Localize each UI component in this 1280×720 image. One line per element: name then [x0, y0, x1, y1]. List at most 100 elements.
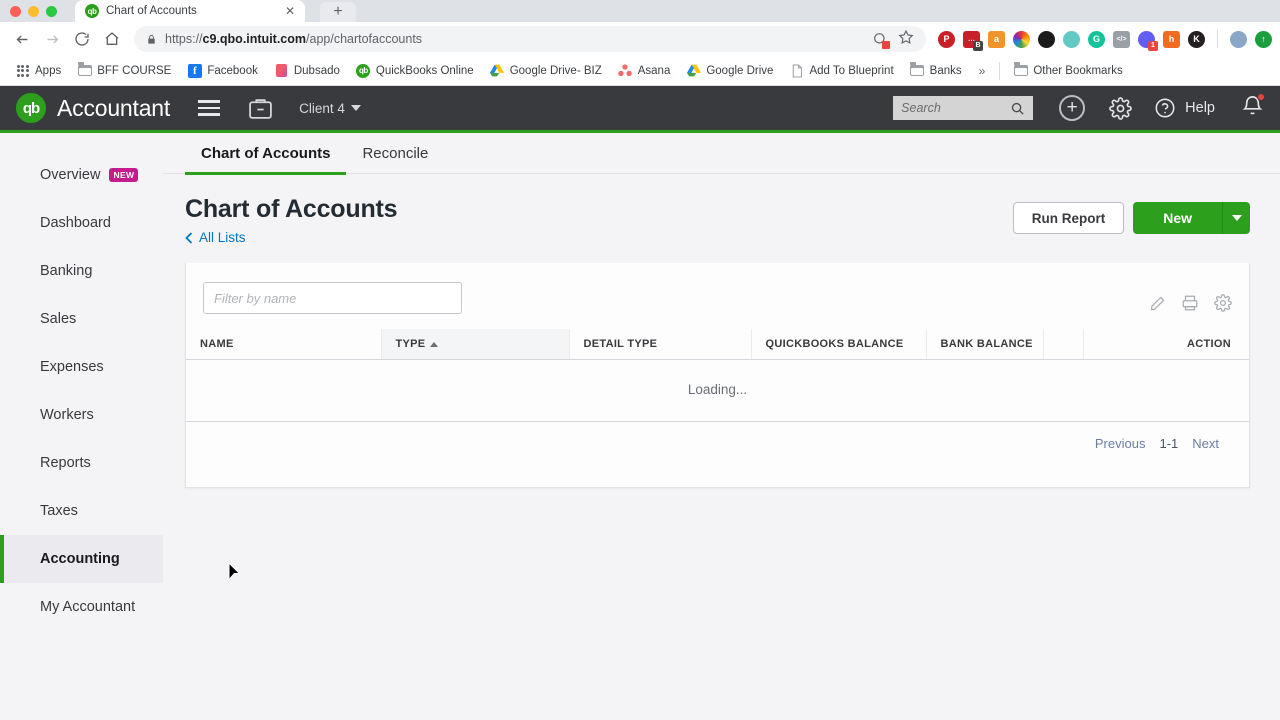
sidebar-item-expenses[interactable]: Expenses	[0, 343, 163, 391]
column-header-name[interactable]: NAME	[186, 329, 381, 360]
back-icon[interactable]	[8, 25, 36, 53]
new-tab-button[interactable]: +	[320, 2, 356, 22]
chevron-left-icon	[185, 231, 193, 244]
facebook-icon: f	[187, 63, 202, 78]
briefcase-icon[interactable]	[248, 97, 273, 120]
next-page-button[interactable]: Next	[1192, 436, 1219, 451]
sidebar-item-taxes[interactable]: Taxes	[0, 487, 163, 535]
extension-action-icon[interactable]	[872, 31, 890, 49]
breadcrumb-label: All Lists	[199, 230, 246, 245]
window-controls[interactable]	[0, 0, 67, 22]
browser-tab[interactable]: qb Chart of Accounts ✕	[75, 0, 305, 22]
grammarly-extension-icon[interactable]: G	[1088, 30, 1105, 48]
filter-input[interactable]: Filter by name	[203, 282, 462, 314]
gear-icon[interactable]	[1214, 294, 1232, 317]
sidebar-item-accounting[interactable]: Accounting	[0, 535, 163, 583]
sidebar-item-workers[interactable]: Workers	[0, 391, 163, 439]
bookmark-label: Google Drive	[706, 64, 774, 77]
honey-extension-icon[interactable]: h	[1163, 30, 1180, 48]
card-toolbar: Filter by name	[186, 263, 1249, 317]
sidebar-item-label: Taxes	[40, 503, 78, 519]
column-header-detail-type[interactable]: DETAIL TYPE	[568, 329, 751, 360]
column-header-action[interactable]: ACTION	[1082, 329, 1249, 360]
update-icon[interactable]: ↑	[1255, 30, 1272, 48]
run-report-button[interactable]: Run Report	[1012, 202, 1125, 234]
tab-chart-of-accounts[interactable]: Chart of Accounts	[185, 134, 347, 175]
breadcrumb[interactable]: All Lists	[185, 230, 1013, 245]
pencil-icon[interactable]	[1149, 295, 1166, 317]
maximize-window-button[interactable]	[46, 5, 57, 17]
close-window-button[interactable]	[10, 5, 21, 17]
dubsado-icon	[274, 63, 289, 78]
bookmark-star-icon[interactable]	[898, 29, 914, 50]
sidebar-item-banking[interactable]: Banking	[0, 247, 163, 295]
sidebar-item-label: Dashboard	[40, 215, 111, 231]
search-input[interactable]: Search	[893, 96, 1034, 120]
bookmark-bff-course[interactable]: BFF COURSE	[70, 60, 178, 81]
browser-toolbar: https://c9.qbo.intuit.com/app/chartofacc…	[0, 22, 1280, 56]
column-header-bank-balance[interactable]: BANK BALANCE	[925, 329, 1043, 360]
bookmark-add-to-blueprint[interactable]: Add To Blueprint	[782, 60, 900, 81]
loom-extension-icon[interactable]: 1	[1138, 30, 1158, 51]
client-selector[interactable]: Client 4	[299, 101, 361, 116]
close-icon[interactable]: ✕	[285, 4, 295, 18]
search-icon	[1011, 102, 1024, 115]
column-header-type[interactable]: TYPE	[380, 329, 569, 360]
notifications-button[interactable]	[1241, 93, 1265, 122]
sidebar-item-my-accountant[interactable]: My Accountant	[0, 583, 163, 631]
bookmark-facebook[interactable]: f Facebook	[180, 60, 265, 81]
bookmark-other-bookmarks[interactable]: Other Bookmarks	[1006, 60, 1129, 81]
print-icon[interactable]	[1181, 294, 1199, 317]
bookmark-label: Add To Blueprint	[809, 64, 894, 77]
bookmark-google-drive-biz[interactable]: Google Drive- BIZ	[483, 60, 609, 81]
amazon-extension-icon[interactable]: a	[988, 30, 1005, 48]
hamburger-icon[interactable]	[198, 100, 221, 116]
bitly-extension-icon[interactable]: … B	[963, 30, 983, 51]
code-extension-icon[interactable]: </>	[1113, 30, 1130, 48]
table-tools	[1149, 282, 1232, 317]
pagination: Previous 1-1 Next	[186, 422, 1249, 451]
mouse-cursor	[228, 562, 241, 581]
dark-reader-extension-icon[interactable]	[1038, 30, 1055, 48]
minimize-window-button[interactable]	[28, 5, 39, 17]
bookmark-banks[interactable]: Banks	[903, 60, 969, 81]
sidebar-item-overview[interactable]: Overview NEW	[0, 151, 163, 199]
google-drive-icon	[490, 63, 505, 78]
bookmark-asana[interactable]: Asana	[611, 60, 678, 81]
page-range-label: 1-1	[1159, 436, 1179, 451]
octopus-extension-icon[interactable]	[1063, 30, 1080, 48]
colorzilla-extension-icon[interactable]	[1013, 30, 1030, 48]
column-header-quickbooks-balance[interactable]: QUICKBOOKS BALANCE	[750, 329, 926, 360]
help-icon[interactable]	[1154, 97, 1176, 119]
bookmark-apps[interactable]: Apps	[8, 60, 68, 81]
pinterest-extension-icon[interactable]: P	[938, 30, 955, 48]
help-label[interactable]: Help	[1185, 100, 1215, 116]
gear-icon[interactable]	[1109, 96, 1133, 120]
bookmark-label: Dubsado	[293, 64, 340, 77]
forward-icon[interactable]	[38, 25, 66, 53]
reload-icon[interactable]	[68, 25, 96, 53]
address-bar[interactable]: https://c9.qbo.intuit.com/app/chartofacc…	[134, 26, 926, 52]
app-brand-title: Accountant	[57, 94, 171, 121]
previous-page-button[interactable]: Previous	[1095, 436, 1146, 451]
loading-text: Loading...	[186, 359, 1249, 422]
avatar[interactable]	[1230, 30, 1247, 48]
toolbar-divider	[1217, 30, 1218, 48]
sidebar-item-sales[interactable]: Sales	[0, 295, 163, 343]
home-icon[interactable]	[98, 25, 126, 53]
add-new-button[interactable]: +	[1059, 95, 1086, 121]
sidebar-item-dashboard[interactable]: Dashboard	[0, 199, 163, 247]
sort-ascending-icon	[430, 341, 439, 347]
klaviyo-extension-icon[interactable]: K	[1188, 30, 1205, 48]
bookmarks-overflow-button[interactable]: »	[971, 64, 994, 78]
new-button[interactable]: New	[1133, 202, 1222, 234]
sidebar-item-reports[interactable]: Reports	[0, 439, 163, 487]
new-dropdown-button[interactable]	[1222, 202, 1250, 234]
bookmark-quickbooks-online[interactable]: qb QuickBooks Online	[349, 60, 481, 81]
bookmark-google-drive[interactable]: Google Drive	[679, 60, 780, 81]
search-placeholder: Search	[901, 101, 941, 115]
notification-badge	[1257, 93, 1265, 101]
tab-reconcile[interactable]: Reconcile	[346, 134, 444, 175]
bookmark-dubsado[interactable]: Dubsado	[267, 60, 347, 81]
table-header-row: NAME TYPE DETAIL TYPE QUICKBOOKS BALANCE…	[186, 329, 1249, 360]
